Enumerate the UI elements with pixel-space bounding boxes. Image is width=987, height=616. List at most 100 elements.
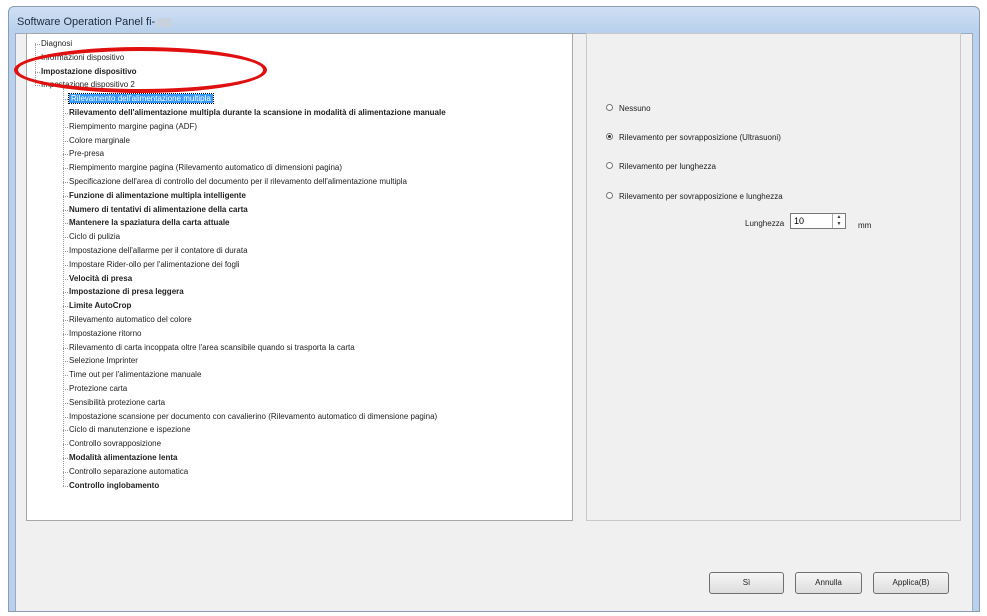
tree-connector xyxy=(63,320,68,321)
tree-child-item[interactable]: Protezione carta xyxy=(69,382,127,395)
tree-child-item[interactable]: Funzione di alimentazione multipla intel… xyxy=(69,189,246,202)
tree-child-item[interactable]: Controllo sovrapposizione xyxy=(69,437,161,450)
tree-child-item[interactable]: Colore marginale xyxy=(69,134,130,147)
radio-label: Rilevamento per sovrapposizione (Ultrasu… xyxy=(619,133,781,142)
tree-child-item[interactable]: Riempimento margine pagina (Rilevamento … xyxy=(69,161,342,174)
tree-item-label: Riempimento margine pagina (ADF) xyxy=(69,121,198,131)
tree-child-item[interactable]: Modalità alimentazione lenta xyxy=(69,451,177,464)
tree-child-item[interactable]: Rilevamento di carta incoppata oltre l'a… xyxy=(69,341,355,354)
apply-button[interactable]: Applica(B) xyxy=(873,572,949,594)
tree-connector xyxy=(63,140,68,142)
radio-unchecked-icon[interactable] xyxy=(606,192,613,200)
cancel-button[interactable]: Annulla xyxy=(795,572,862,594)
tree-child-item[interactable]: Ciclo di pulizia xyxy=(69,230,120,243)
tree-child-line xyxy=(63,88,64,486)
tree-child-item[interactable]: Controllo inglobamento xyxy=(69,479,159,492)
tree-item-label: Specificazione dell'area di controllo de… xyxy=(69,177,407,186)
tree-connector xyxy=(63,458,68,459)
tree-child-item[interactable]: Ciclo di manutenzione e ispezione xyxy=(69,423,190,436)
tree-root-item[interactable]: Impostazione dispositivo 2 xyxy=(41,78,135,91)
tree-child-item[interactable]: Impostazione scansione per documento con… xyxy=(69,410,437,423)
tree-connector xyxy=(63,361,68,363)
tree-item-label: Ciclo di pulizia xyxy=(69,232,121,242)
tree-item-label: Rilevamento automatico del colore xyxy=(69,315,192,324)
tree-item-label: Impostare Rider-ollo per l'alimentazione… xyxy=(69,259,240,269)
tree-connector xyxy=(63,306,68,308)
length-label: Lunghezza xyxy=(745,219,785,228)
tree-child-item[interactable]: Impostazione dell'allarme per il contato… xyxy=(69,244,248,257)
length-spinbox[interactable]: 10 ▲ ▼ xyxy=(790,213,846,229)
tree-child-item[interactable]: Limite AutoCrop xyxy=(69,299,131,312)
tree-item-label: Informazioni dispositivo xyxy=(41,52,125,62)
tree-connector xyxy=(63,126,68,128)
tree-child-item[interactable]: Impostare Rider-ollo per l'alimentazione… xyxy=(69,258,240,271)
tree-item-selected[interactable]: Rilevamento dell'alimentazione multipla xyxy=(68,92,214,105)
tree-item-label: Impostazione scansione per documento con… xyxy=(69,411,438,421)
tree-item-label: Rilevamento dell'alimentazione multipla xyxy=(68,93,214,105)
tree-connector xyxy=(63,292,68,294)
tree-item-label: Diagnosi xyxy=(41,39,73,48)
window-title-text: Software Operation Panel fi- xyxy=(17,16,156,28)
tree-connector xyxy=(63,416,68,418)
tree-child-item[interactable]: Selezione Imprinter xyxy=(69,354,138,367)
tree-item-label: Colore marginale xyxy=(69,135,130,145)
tree-connector xyxy=(63,113,68,114)
tree-child-item[interactable]: Pre-presa xyxy=(69,147,104,160)
tree-child-item[interactable]: Specificazione dell'area di controllo de… xyxy=(69,175,407,188)
tree-item-label: Impostazione di presa leggera xyxy=(69,287,184,297)
tree-item-label: Modalità alimentazione lenta xyxy=(69,453,178,462)
tree-item-label: Velocità di presa xyxy=(69,273,133,283)
radio-option[interactable]: Rilevamento per sovrapposizione e lunghe… xyxy=(606,190,783,204)
tree-child-item[interactable]: Velocità di presa xyxy=(69,272,132,285)
tree-child-item[interactable]: Mantenere la spaziatura della carta attu… xyxy=(69,216,230,229)
tree-root-item[interactable]: Impostazione dispositivo xyxy=(41,65,137,78)
tree-child-item[interactable]: Rilevamento dell'alimentazione multipla … xyxy=(69,106,446,119)
window-title: Software Operation Panel fi- xyxy=(17,11,172,33)
length-spin-buttons[interactable]: ▲ ▼ xyxy=(832,214,845,228)
tree-connector xyxy=(63,333,68,335)
tree-connector xyxy=(63,195,68,197)
tree-connector xyxy=(63,278,68,280)
tree-child-item[interactable]: Impostazione ritorno xyxy=(69,327,141,340)
tree-connector xyxy=(35,57,40,59)
tree-connector xyxy=(63,99,68,101)
tree-item-label: Rilevamento dell'alimentazione multipla … xyxy=(69,108,446,117)
tree-connector xyxy=(63,375,68,377)
tree-content: Diagnosi Informazioni dispositivo Impostaz… xyxy=(27,34,572,520)
radio-unchecked-icon[interactable] xyxy=(606,104,613,112)
tree-connector xyxy=(63,347,68,349)
radio-unchecked-icon[interactable] xyxy=(606,162,613,170)
tree-item-label: Sensibilità protezione carta xyxy=(69,397,166,407)
tree-child-item[interactable]: Rilevamento automatico del colore xyxy=(69,313,192,326)
tree-item-label: Impostazione dispositivo xyxy=(41,66,137,76)
spin-up-icon[interactable]: ▲ xyxy=(833,214,845,221)
radio-option[interactable]: Nessuno xyxy=(606,102,651,116)
tree-item-label: Mantenere la spaziatura della carta attu… xyxy=(69,218,230,228)
radio-option[interactable]: Rilevamento per lunghezza xyxy=(606,160,716,174)
settings-tree[interactable]: Diagnosi Informazioni dispositivo Impostaz… xyxy=(26,33,573,521)
radio-checked-icon[interactable] xyxy=(606,133,613,141)
tree-item-label: Protezione carta xyxy=(69,384,128,393)
redacted-serial xyxy=(157,17,172,27)
tree-item-label: Rilevamento di carta incoppata oltre l'a… xyxy=(69,342,355,352)
tree-connector xyxy=(63,223,68,225)
tree-item-label: Riempimento margine pagina (Rilevamento … xyxy=(69,163,343,173)
tree-root-item[interactable]: Informazioni dispositivo xyxy=(41,51,124,64)
tree-connector xyxy=(63,209,68,211)
tree-item-label: Time out per l'alimentazione manuale xyxy=(69,370,202,380)
tree-child-item[interactable]: Riempimento margine pagina (ADF) xyxy=(69,120,197,133)
tree-connector xyxy=(63,471,68,473)
tree-item-label: Selezione Imprinter xyxy=(69,356,138,366)
spin-down-icon[interactable]: ▼ xyxy=(833,221,845,228)
length-value[interactable]: 10 xyxy=(794,216,804,226)
tree-child-item[interactable]: Time out per l'alimentazione manuale xyxy=(69,368,201,381)
ok-button[interactable]: Sì xyxy=(709,572,784,594)
tree-child-item[interactable]: Numero di tentativi di alimentazione del… xyxy=(69,203,248,216)
tree-item-label: Numero di tentativi di alimentazione del… xyxy=(69,204,248,214)
tree-root-line xyxy=(35,43,36,85)
tree-child-item[interactable]: Sensibilità protezione carta xyxy=(69,396,165,409)
tree-root-item[interactable]: Diagnosi xyxy=(41,37,72,50)
tree-child-item[interactable]: Controllo separazione automatica xyxy=(69,465,188,478)
tree-child-item[interactable]: Impostazione di presa leggera xyxy=(69,285,184,298)
radio-option[interactable]: Rilevamento per sovrapposizione (Ultrasu… xyxy=(606,131,781,145)
